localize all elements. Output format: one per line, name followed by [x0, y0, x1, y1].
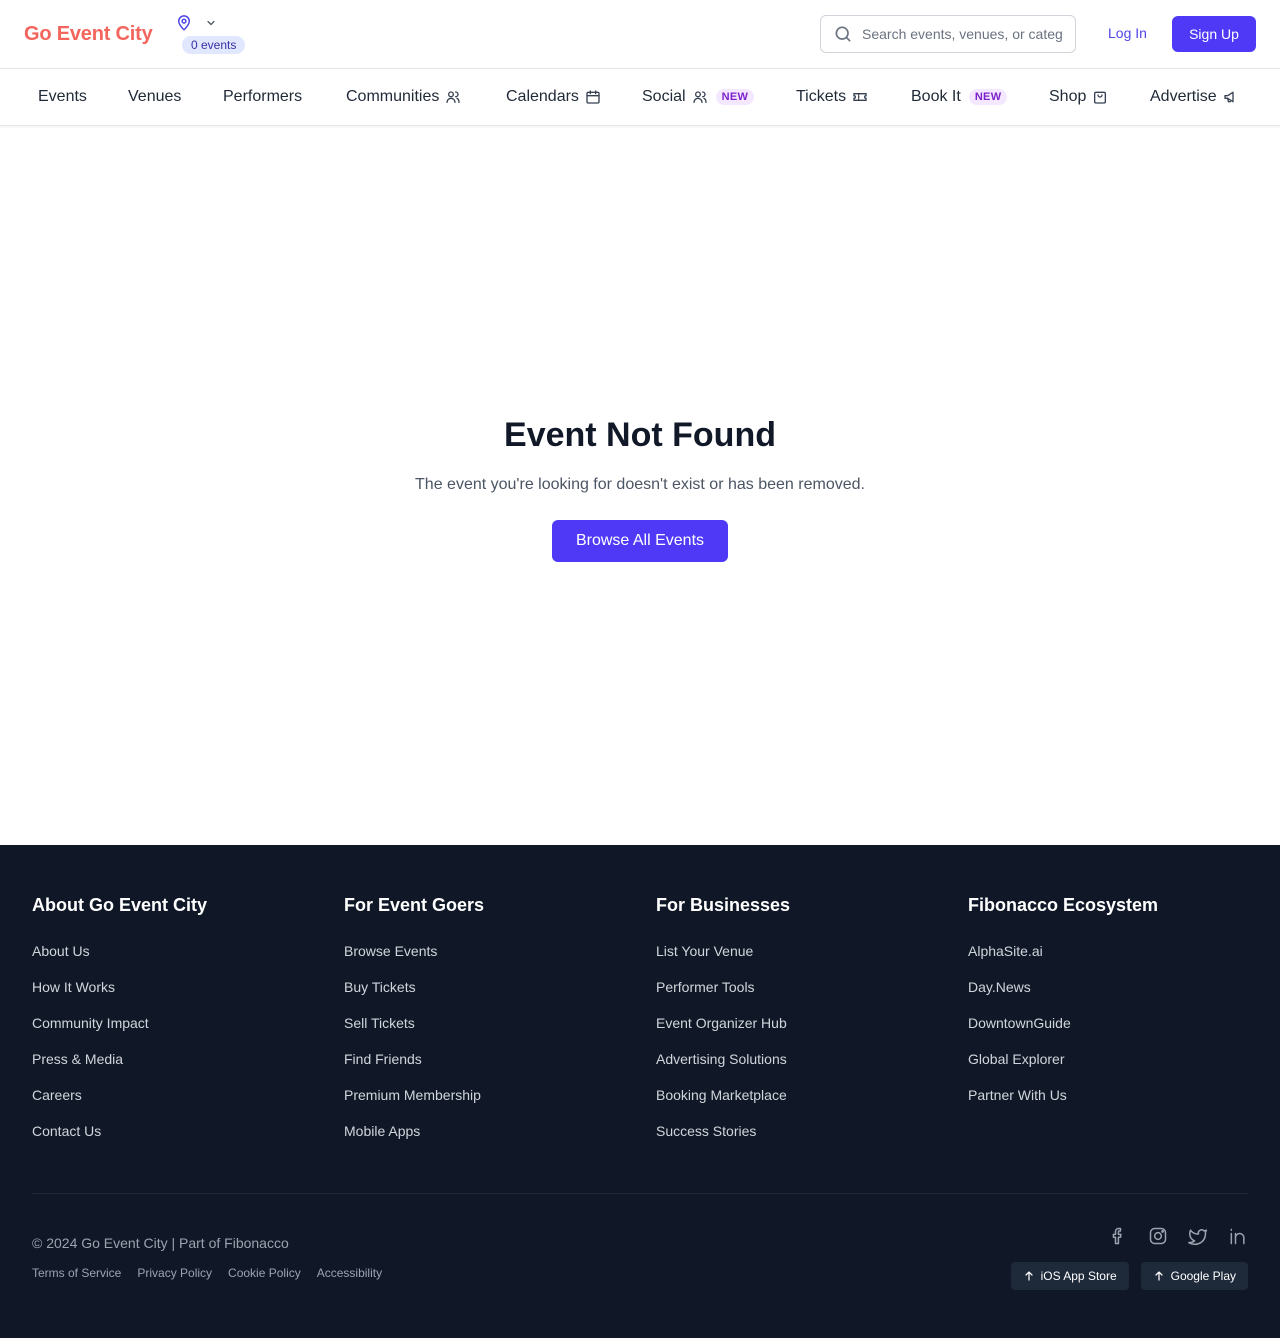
nav-label: Book It [911, 88, 961, 105]
footer-heading: For Businesses [656, 895, 791, 915]
footer-link[interactable]: Success Stories [656, 1122, 956, 1158]
events-count-badge: 0 events [182, 36, 246, 54]
site-logo[interactable]: Go Event City [24, 23, 153, 46]
footer-column-about: About Go Event City About Us How It Work… [32, 895, 332, 1158]
footer-link[interactable]: Press & Media [32, 1050, 332, 1086]
megaphone-icon [1224, 91, 1234, 103]
footer-column-event-goers: For Event Goers Browse Events Buy Ticket… [344, 895, 644, 1158]
footer-link[interactable]: Community Impact [32, 1014, 332, 1050]
footer-link[interactable]: Premium Membership [344, 1086, 644, 1122]
chevron-down-icon [207, 20, 215, 26]
arrow-up-icon [1024, 1271, 1033, 1281]
terms-link[interactable]: Terms of Service [32, 1266, 121, 1280]
nav-label: Social [642, 88, 686, 105]
nav-performers[interactable]: Performers [223, 69, 302, 125]
footer-link[interactable]: Mobile Apps [344, 1122, 644, 1158]
accessibility-link[interactable]: Accessibility [317, 1266, 382, 1280]
site-footer: About Go Event City About Us How It Work… [0, 845, 1280, 1338]
nav-label: Advertise [1150, 88, 1217, 105]
nav-social[interactable]: Social NEW [642, 69, 755, 125]
users-icon [446, 91, 461, 103]
nav-label: Calendars [506, 88, 579, 105]
app-store-buttons: iOS App Store Google Play [1010, 1262, 1248, 1290]
privacy-link[interactable]: Privacy Policy [137, 1266, 212, 1280]
footer-link[interactable]: List Your Venue [656, 942, 956, 978]
instagram-icon[interactable] [1148, 1226, 1168, 1246]
footer-link[interactable]: How It Works [32, 978, 332, 1014]
store-label: iOS App Store [1040, 1269, 1117, 1283]
search-input[interactable] [862, 26, 1062, 42]
shopping-bag-icon [1094, 91, 1107, 104]
nav-communities[interactable]: Communities [346, 69, 461, 125]
footer-column-ecosystem: Fibonacco Ecosystem AlphaSite.ai Day.New… [968, 895, 1268, 1122]
twitter-icon[interactable] [1188, 1226, 1208, 1246]
footer-link[interactable]: Find Friends [344, 1050, 644, 1086]
nav-label: Shop [1049, 88, 1087, 105]
login-link[interactable]: Log In [1108, 25, 1147, 41]
search-icon [835, 26, 851, 42]
footer-link[interactable]: Advertising Solutions [656, 1050, 956, 1086]
ticket-icon [853, 93, 867, 101]
footer-link[interactable]: DowntownGuide [968, 1014, 1268, 1050]
nav-label: Events [38, 88, 87, 105]
nav-shop[interactable]: Shop [1049, 69, 1108, 125]
signup-button[interactable]: Sign Up [1172, 16, 1256, 52]
footer-link[interactable]: Performer Tools [656, 978, 956, 1014]
footer-link[interactable]: Global Explorer [968, 1050, 1268, 1086]
top-header: Go Event City 0 events Log In Sign Up [0, 0, 1280, 69]
footer-heading: About Go Event City [32, 895, 207, 915]
search-box[interactable] [820, 15, 1076, 53]
footer-heading: Fibonacco Ecosystem [968, 895, 1159, 915]
footer-link[interactable]: Partner With Us [968, 1086, 1268, 1122]
store-label: Google Play [1170, 1269, 1236, 1283]
google-play-button[interactable]: Google Play [1140, 1262, 1248, 1290]
footer-link[interactable]: Sell Tickets [344, 1014, 644, 1050]
calendar-icon [586, 90, 600, 104]
nav-tickets[interactable]: Tickets [796, 69, 868, 125]
nav-book-it[interactable]: Book It NEW [911, 69, 1008, 125]
nav-label: Communities [346, 88, 440, 105]
map-pin-icon [178, 15, 190, 31]
footer-column-businesses: For Businesses List Your Venue Performer… [656, 895, 956, 1158]
main-content: Event Not Found The event you're looking… [0, 126, 1280, 845]
legal-links: Terms of Service Privacy Policy Cookie P… [32, 1266, 382, 1280]
nav-events[interactable]: Events [38, 69, 87, 125]
nav-advertise[interactable]: Advertise [1150, 69, 1239, 125]
new-badge: NEW [715, 89, 755, 105]
main-nav: Events Venues Performers Communities Cal… [0, 69, 1280, 126]
nav-calendars[interactable]: Calendars [506, 69, 601, 125]
footer-link[interactable]: About Us [32, 942, 332, 978]
new-badge: NEW [968, 89, 1008, 105]
cookie-link[interactable]: Cookie Policy [228, 1266, 301, 1280]
footer-link[interactable]: Buy Tickets [344, 978, 644, 1014]
footer-link[interactable]: AlphaSite.ai [968, 942, 1268, 978]
footer-link[interactable]: Booking Marketplace [656, 1086, 956, 1122]
footer-link[interactable]: Browse Events [344, 942, 644, 978]
footer-link[interactable]: Day.News [968, 978, 1268, 1014]
nav-venues[interactable]: Venues [128, 69, 181, 125]
users-icon [692, 91, 707, 103]
arrow-up-icon [1155, 1271, 1163, 1281]
nav-label: Tickets [796, 88, 847, 105]
footer-link[interactable]: Contact Us [32, 1122, 332, 1158]
footer-divider [32, 1193, 1248, 1194]
location-selector[interactable]: 0 events [175, 11, 255, 59]
footer-link[interactable]: Careers [32, 1086, 332, 1122]
footer-heading: For Event Goers [344, 895, 485, 915]
nav-label: Venues [128, 88, 182, 105]
social-links [1108, 1226, 1248, 1246]
footer-link[interactable]: Event Organizer Hub [656, 1014, 956, 1050]
copyright: © 2024 Go Event City | Part of Fibonacco [32, 1235, 289, 1251]
ios-app-store-button[interactable]: iOS App Store [1010, 1262, 1129, 1290]
browse-events-button[interactable]: Browse All Events [552, 520, 728, 562]
facebook-icon[interactable] [1108, 1226, 1128, 1246]
error-message: The event you're looking for doesn't exi… [415, 476, 865, 493]
linkedin-icon[interactable] [1228, 1226, 1248, 1246]
page-title: Event Not Found [504, 416, 776, 454]
nav-label: Performers [223, 88, 303, 105]
